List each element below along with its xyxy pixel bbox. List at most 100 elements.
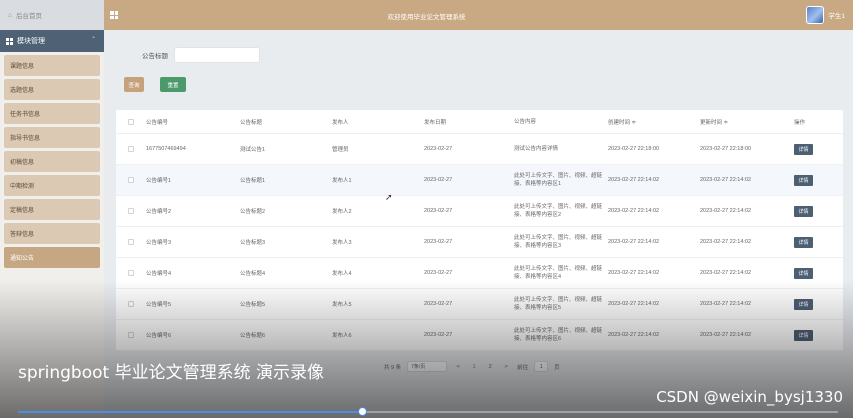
- cell-content: 此处可上传文字、图片、视频、超链接、表格等内容区2: [514, 204, 603, 218]
- cell-title: 公告标题1: [240, 178, 266, 184]
- table-row: 公告编号3 公告标题3 发布人3 2023-02-27 此处可上传文字、图片、视频、超链…: [116, 227, 843, 258]
- row-checkbox[interactable]: [116, 301, 146, 307]
- col-header: 操作: [794, 119, 806, 126]
- detail-button[interactable]: 详情: [794, 205, 813, 217]
- cell-no: 公告编号5: [146, 302, 172, 308]
- watermark: CSDN @weixin_bysj1330: [656, 388, 843, 406]
- cell-publisher: 发布人3: [332, 240, 352, 246]
- page-number-1[interactable]: 1: [469, 364, 479, 370]
- mouse-cursor-icon: ➚: [385, 192, 393, 202]
- page-size-value: 7条/页: [411, 364, 426, 370]
- video-progress-fill: [18, 411, 363, 413]
- user-menu[interactable]: 学生1: [806, 6, 845, 24]
- cell-updated: 2023-02-27 22:14:02: [700, 208, 752, 214]
- cell-updated: 2023-02-27 22:18:00: [700, 146, 752, 152]
- prev-page-button[interactable]: <: [453, 364, 463, 370]
- cell-actions: 详情: [794, 298, 843, 310]
- row-checkbox[interactable]: [116, 332, 146, 338]
- table-row: 公告编号6 公告标题6 发布人6 2023-02-27 此处可上传文字、图片、视频、超链…: [116, 320, 843, 351]
- detail-button[interactable]: 详情: [794, 174, 813, 186]
- detail-button[interactable]: 详情: [794, 298, 813, 310]
- cell-updated: 2023-02-27 22:14:02: [700, 270, 752, 276]
- reset-button[interactable]: 重置: [160, 77, 186, 92]
- cell-no: 公告编号3: [146, 240, 172, 246]
- cell-actions: 详情: [794, 205, 843, 217]
- page-size-select[interactable]: 7条/页: [407, 361, 448, 372]
- home-label: 后台首页: [15, 13, 42, 20]
- cell-publisher: 发布人2: [332, 209, 352, 215]
- table-row: 公告编号4 公告标题4 发布人4 2023-02-27 此处可上传文字、图片、视频、超链…: [116, 258, 843, 289]
- cell-content: 此处可上传文字、图片、视频、超链接、表格等内容区1: [514, 173, 603, 187]
- cell-title: 公告标题3: [240, 240, 266, 246]
- detail-button[interactable]: 详情: [794, 236, 813, 248]
- table-row: 1677507469494 测试公告1 管理员 2023-02-27 测试公告内容详情 2…: [116, 134, 843, 165]
- col-header-sortable[interactable]: 更新时间 ≑: [700, 118, 794, 126]
- cell-date: 2023-02-27: [424, 208, 453, 214]
- cell-title: 公告标题4: [240, 271, 266, 277]
- cell-content: 此处可上传文字、图片、视频、超链接、表格等内容区3: [514, 235, 603, 249]
- home-link[interactable]: ⌂ 后台首页: [0, 0, 104, 30]
- cell-created: 2023-02-27 22:18:00: [608, 146, 660, 152]
- cell-publisher: 发布人4: [332, 271, 352, 277]
- cell-created: 2023-02-27 22:14:02: [608, 270, 660, 276]
- cell-no: 1677507469494: [146, 146, 186, 152]
- col-header: 发布日期: [424, 119, 447, 126]
- user-name: 学生1: [828, 13, 845, 20]
- home-icon: ⌂: [8, 11, 12, 19]
- cell-updated: 2023-02-27 22:14:02: [700, 177, 752, 183]
- cell-actions: 详情: [794, 267, 843, 279]
- sidebar-section-label: 模块管理: [17, 38, 45, 45]
- goto-page-input[interactable]: 1: [534, 361, 549, 372]
- row-checkbox[interactable]: [116, 177, 146, 183]
- sidebar-item[interactable]: 答辩信息: [4, 223, 100, 244]
- cell-publisher: 管理员: [332, 147, 349, 153]
- sidebar-item[interactable]: 通知公告: [4, 247, 100, 268]
- row-checkbox[interactable]: [116, 239, 146, 245]
- query-button[interactable]: 查询: [124, 77, 144, 92]
- sidebar-item[interactable]: 中期检测: [4, 175, 100, 196]
- video-caption: springboot 毕业论文管理系统 演示录像: [18, 363, 324, 383]
- notice-table: 公告编号 公告标题 发布人 发布日期 公告内容 创建时间 ≑ 更新时间 ≑ 操作…: [116, 110, 843, 351]
- sidebar-item[interactable]: 初稿信息: [4, 151, 100, 172]
- cell-actions: 详情: [794, 329, 843, 341]
- sidebar-item[interactable]: 选题信息: [4, 79, 100, 100]
- table-row: 公告编号5 公告标题5 发布人5 2023-02-27 此处可上传文字、图片、视频、超链…: [116, 289, 843, 320]
- sidebar-item[interactable]: 定稿信息: [4, 199, 100, 220]
- cell-publisher: 发布人6: [332, 333, 352, 339]
- sidebar-item[interactable]: 指导书信息: [4, 127, 100, 148]
- cell-date: 2023-02-27: [424, 332, 453, 338]
- cell-no: 公告编号4: [146, 271, 172, 277]
- select-all-checkbox[interactable]: [116, 118, 146, 125]
- cell-date: 2023-02-27: [424, 177, 453, 183]
- cell-date: 2023-02-27: [424, 270, 453, 276]
- cell-created: 2023-02-27 22:14:02: [608, 301, 660, 307]
- system-title: 欢迎使用毕业论文管理系统: [387, 14, 466, 21]
- row-checkbox[interactable]: [116, 146, 146, 152]
- avatar: [806, 6, 825, 24]
- cell-created: 2023-02-27 22:14:02: [608, 208, 660, 214]
- search-form: 公告标题: [142, 47, 260, 63]
- row-checkbox[interactable]: [116, 208, 146, 214]
- cell-actions: 详情: [794, 174, 843, 186]
- page-number-2[interactable]: 2: [485, 364, 495, 370]
- sidebar-section-module[interactable]: 模块管理 ⌃: [0, 30, 104, 52]
- video-progress-bar[interactable]: [18, 407, 838, 416]
- next-page-button[interactable]: >: [501, 364, 511, 370]
- cell-created: 2023-02-27 22:14:02: [608, 239, 660, 245]
- cell-actions: 详情: [794, 236, 843, 248]
- detail-button[interactable]: 详情: [794, 143, 813, 155]
- sidebar-item[interactable]: 任务书信息: [4, 103, 100, 124]
- cell-content: 测试公告内容详情: [514, 146, 559, 152]
- cell-title: 公告标题5: [240, 302, 266, 308]
- module-grid-icon: [6, 37, 13, 45]
- row-checkbox[interactable]: [116, 270, 146, 276]
- cell-content: 此处可上传文字、图片、视频、超链接、表格等内容区4: [514, 266, 603, 280]
- detail-button[interactable]: 详情: [794, 329, 813, 341]
- search-input[interactable]: [174, 47, 260, 63]
- sidebar-item[interactable]: 课题信息: [4, 55, 100, 76]
- menu-toggle-icon[interactable]: [110, 11, 118, 19]
- col-header-sortable[interactable]: 创建时间 ≑: [608, 118, 700, 126]
- detail-button[interactable]: 详情: [794, 267, 813, 279]
- cell-date: 2023-02-27: [424, 239, 453, 245]
- search-label: 公告标题: [142, 53, 168, 60]
